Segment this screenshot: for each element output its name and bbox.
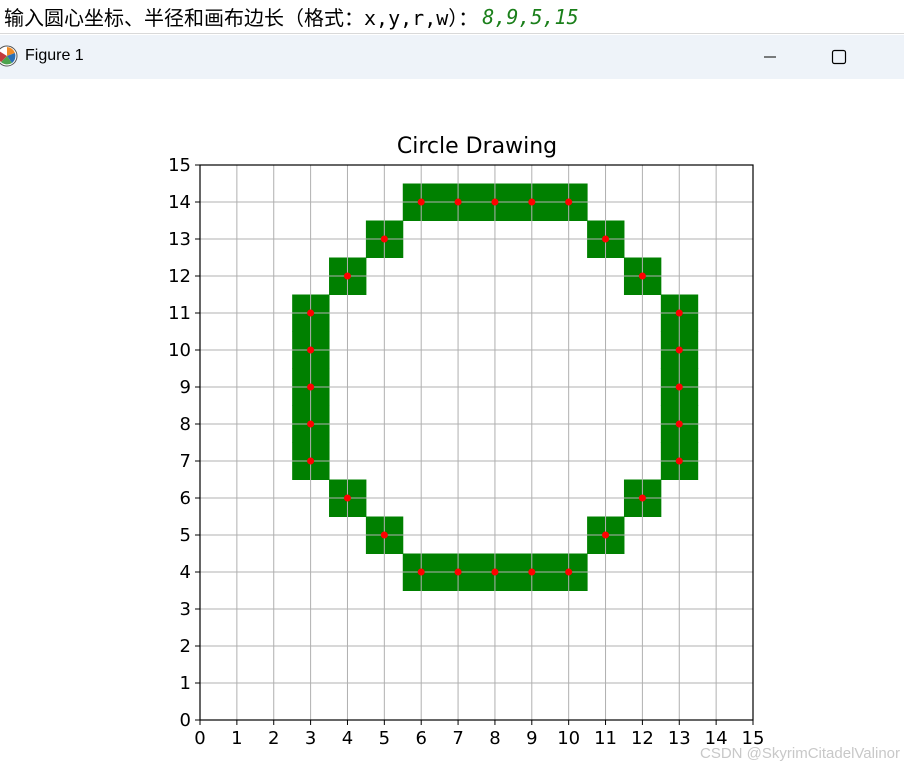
x-tick-label: 3 (305, 728, 316, 749)
y-tick-label: 14 (168, 192, 191, 213)
data-point (343, 272, 351, 280)
x-tick-label: 12 (631, 728, 654, 749)
x-tick-label: 7 (452, 728, 463, 749)
y-tick-label: 5 (180, 525, 191, 546)
data-point (528, 568, 536, 576)
x-tick-label: 4 (342, 728, 353, 749)
x-tick-label: 5 (379, 728, 390, 749)
data-point (380, 235, 388, 243)
x-tick-label: 8 (489, 728, 500, 749)
data-point (675, 420, 683, 428)
data-point (307, 383, 315, 391)
x-tick-label: 10 (557, 728, 580, 749)
x-tick-label: 6 (415, 728, 426, 749)
minimize-button[interactable] (747, 41, 793, 73)
data-point (602, 235, 610, 243)
y-tick-label: 8 (180, 414, 191, 435)
y-tick-label: 15 (168, 155, 191, 176)
x-tick-label: 1 (231, 728, 242, 749)
y-tick-label: 9 (180, 377, 191, 398)
x-tick-label: 11 (594, 728, 617, 749)
circle-drawing-chart: Circle Drawing 0 1 2 3 4 5 6 7 8 9 10 11 12 13 14 15012… (168, 134, 764, 749)
console-prompt: 输入圆心坐标、半径和画布边长（格式：x,y,r,w）： (4, 6, 479, 30)
data-point (528, 198, 536, 206)
data-point (675, 309, 683, 317)
data-point (491, 198, 499, 206)
data-point (565, 198, 573, 206)
x-tick-label: 2 (268, 728, 279, 749)
y-tick-label: 3 (180, 599, 191, 620)
data-point (417, 568, 425, 576)
figure-canvas[interactable]: Circle Drawing 0 1 2 3 4 5 6 7 8 9 10 11 12 13 14 15 0 1 2… (0, 79, 904, 768)
y-tick-label: 13 (168, 229, 191, 250)
y-tick-label: 4 (180, 562, 191, 583)
matplotlib-logo-icon (0, 45, 18, 67)
data-point (675, 383, 683, 391)
y-tick-label: 7 (180, 451, 191, 472)
y-tick-label: 11 (168, 303, 191, 324)
console-line: 输入圆心坐标、半径和画布边长（格式：x,y,r,w）： 8,9,5,15 (0, 0, 904, 34)
data-point (307, 457, 315, 465)
data-point (638, 272, 646, 280)
y-tick-label: 0 (180, 710, 191, 731)
maximize-button[interactable] (816, 41, 862, 73)
console-input-value[interactable]: 8,9,5,15 (482, 5, 578, 29)
window-title: Figure 1 (25, 47, 84, 64)
data-point (454, 568, 462, 576)
data-point (454, 198, 462, 206)
data-point (602, 531, 610, 539)
data-point (343, 494, 351, 502)
data-point (491, 568, 499, 576)
data-point (675, 346, 683, 354)
y-tick-label: 10 (168, 340, 191, 361)
y-tick-label: 1 (180, 673, 191, 694)
maximize-icon (831, 49, 847, 65)
y-tick-label: 6 (180, 488, 191, 509)
data-point (417, 198, 425, 206)
data-point (307, 346, 315, 354)
x-tick-label: 9 (526, 728, 537, 749)
x-tick-label: 13 (668, 728, 691, 749)
data-point (307, 309, 315, 317)
watermark: CSDN @SkyrimCitadelValinor (700, 745, 900, 762)
y-tick-label: 2 (180, 636, 191, 657)
data-point (380, 531, 388, 539)
data-point (565, 568, 573, 576)
x-tick-label: 0 (194, 728, 205, 749)
chart-title: Circle Drawing (397, 134, 557, 159)
data-point (675, 457, 683, 465)
data-point (307, 420, 315, 428)
window-titlebar[interactable]: Figure 1 (0, 35, 904, 79)
minimize-icon (764, 56, 776, 58)
y-tick-label: 12 (168, 266, 191, 287)
data-point (638, 494, 646, 502)
